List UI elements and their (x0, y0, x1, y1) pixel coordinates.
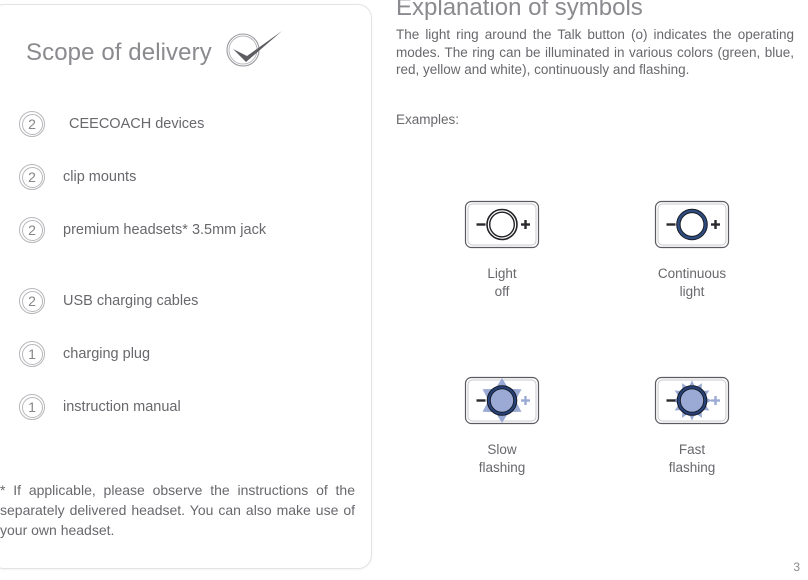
quantity-value: 2 (28, 293, 36, 309)
device-fast-flashing-icon (654, 376, 730, 425)
explanation-title: Explanation of symbols (396, 0, 643, 21)
quantity-value: 2 (28, 116, 36, 132)
quantity-badge-icon: 1 (19, 394, 45, 420)
quantity-value: 2 (28, 222, 36, 238)
quantity-badge-icon: 2 (19, 217, 45, 243)
page-number: 3 (793, 560, 800, 574)
quantity-value: 2 (28, 169, 36, 185)
quantity-badge-icon: 2 (19, 111, 45, 137)
explanation-body-text: The light ring around the Talk button (o… (396, 27, 794, 77)
device-light-off-icon (464, 200, 540, 249)
scope-item-4: 1 charging plug (19, 341, 150, 367)
page-title: Scope of delivery (26, 39, 212, 66)
scope-item-label: USB charging cables (63, 293, 199, 309)
scope-item-3: 2 USB charging cables (19, 288, 198, 314)
scope-item-label: instruction manual (63, 399, 181, 415)
symbol-light-off: Light off (422, 200, 582, 301)
scope-item-label: CEECOACH devices (69, 116, 205, 132)
scope-item-0: 2 CEECOACH devices (19, 111, 204, 137)
check-circle-logo-icon (222, 27, 286, 71)
quantity-value: 1 (28, 346, 36, 362)
scope-item-1: 2 clip mounts (19, 164, 136, 190)
explanation-of-symbols-section: Explanation of symbols The light ring ar… (396, 0, 808, 580)
headset-footnote: * If applicable, please observe the inst… (0, 482, 355, 538)
symbol-label-line2: off (494, 284, 510, 299)
scope-item-label: charging plug (63, 346, 151, 362)
quantity-badge-icon: 2 (19, 164, 45, 190)
symbol-label: Fast flashing (612, 441, 772, 477)
device-continuous-light-icon (654, 200, 730, 249)
quantity-badge-icon: 2 (19, 288, 45, 314)
symbol-label-line1: Slow (487, 442, 517, 457)
symbol-fast-flashing: Fast flashing (612, 376, 772, 477)
scope-item-2: 2 premium headsets* 3.5mm jack (19, 217, 266, 243)
quantity-badge-icon: 1 (19, 341, 45, 367)
symbol-label: Continuous light (612, 265, 772, 301)
symbol-continuous-light: Continuous light (612, 200, 772, 301)
device-slow-flashing-icon (464, 376, 540, 425)
symbol-slow-flashing: Slow flashing (422, 376, 582, 477)
symbol-label-line1: Continuous (657, 266, 727, 281)
symbol-label-line2: light (679, 284, 705, 299)
quantity-value: 1 (28, 399, 36, 415)
scope-item-label: clip mounts (63, 169, 137, 185)
symbol-label: Light off (422, 265, 582, 301)
symbol-label-line1: Light (487, 266, 517, 281)
scope-item-5: 1 instruction manual (19, 394, 181, 420)
scope-title-row: Scope of delivery (26, 31, 286, 75)
symbol-label-line2: flashing (668, 460, 716, 475)
examples-label: Examples: (396, 112, 460, 127)
symbol-label: Slow flashing (422, 441, 582, 477)
scope-item-label: premium headsets* 3.5mm jack (63, 222, 267, 238)
symbol-label-line2: flashing (478, 460, 526, 475)
symbol-label-line1: Fast (678, 442, 706, 457)
